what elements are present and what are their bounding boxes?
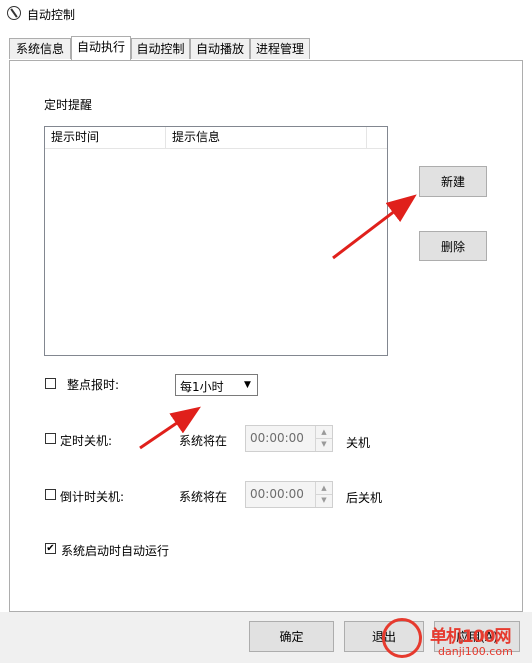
watermark-brand: 单机100网 bbox=[430, 627, 511, 647]
watermark-domain: danji100.com bbox=[438, 645, 513, 658]
tab-auto-execute[interactable]: 自动执行 bbox=[71, 36, 131, 60]
arrow-to-hourly-select bbox=[139, 406, 201, 450]
dialog-window: 自动控制 系统信息 自动执行 自动控制 自动播放 进程管理 定时提醒 提示时间 … bbox=[0, 0, 532, 663]
watermark: 单机100网 danji100.com bbox=[382, 618, 532, 663]
ok-button[interactable]: 确定 bbox=[249, 621, 334, 652]
arrow-to-new-button bbox=[332, 194, 417, 260]
watermark-logo-icon bbox=[382, 618, 422, 658]
annotation-arrows bbox=[139, 194, 417, 450]
